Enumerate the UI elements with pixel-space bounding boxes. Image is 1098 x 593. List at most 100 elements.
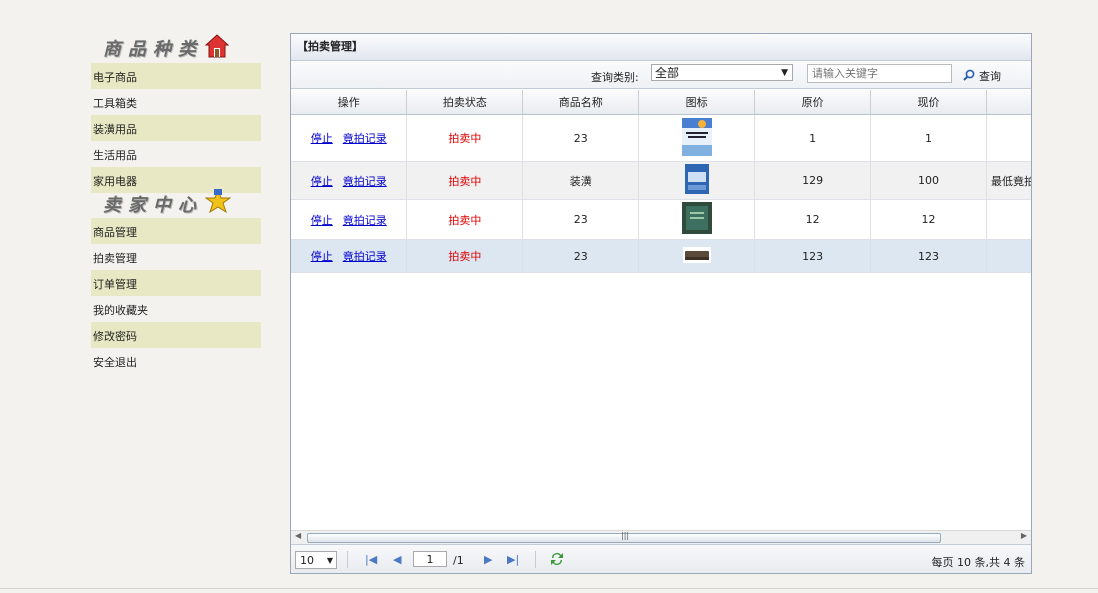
cell-status: 拍卖中 [406, 239, 524, 273]
auction-panel: 【拍卖管理】 查询类别: 全部 ▼ 查询 操作 [290, 33, 1032, 574]
scroll-left-icon[interactable]: ◀ [295, 531, 301, 540]
stop-link[interactable]: 停止 [311, 132, 333, 145]
keyword-input[interactable] [807, 64, 952, 83]
chevron-down-icon: ▼ [781, 68, 788, 78]
cell-status: 拍卖中 [406, 199, 524, 240]
cell-extra [986, 114, 1031, 162]
col-header-icon[interactable]: 图标 [638, 90, 756, 115]
cell-extra: 最低竟拍 [986, 161, 1031, 200]
bid-record-link[interactable]: 竟拍记录 [343, 250, 387, 263]
last-page-icon[interactable]: ▶| [507, 553, 519, 566]
category-select-value: 全部 [655, 66, 680, 80]
category-title-text: 商品种类 [103, 39, 203, 60]
auction-table: 操作 拍卖状态 商品名称 图标 原价 现价 停止 竟拍记录 拍卖中 23 1 1… [291, 90, 1031, 273]
cell-icon [638, 114, 756, 162]
col-header-extra[interactable] [986, 90, 1031, 115]
cell-operation: 停止 竟拍记录 [291, 199, 408, 240]
sidebar: 商品种类 电子商品 工具箱类 装潢用品 生活用品 家用电器 卖家中心 商品管理 … [91, 33, 261, 374]
cell-name: 装潢 [522, 161, 640, 200]
stop-link[interactable]: 停止 [311, 250, 333, 263]
stop-link[interactable]: 停止 [311, 175, 333, 188]
first-page-icon[interactable]: |◀ [365, 553, 377, 566]
cell-status: 拍卖中 [406, 114, 524, 162]
sidebar-item-daily[interactable]: 生活用品 [91, 141, 261, 167]
table-row[interactable]: 停止 竟拍记录 拍卖中 23 123 123 [291, 239, 1031, 273]
cell-icon [638, 199, 756, 240]
cell-name: 23 [522, 239, 640, 273]
cell-name: 23 [522, 114, 640, 162]
green-book-icon [681, 202, 712, 237]
search-label: 查询类别: [591, 71, 639, 84]
search-button[interactable]: 查询 [963, 68, 1001, 84]
refresh-icon[interactable] [549, 551, 565, 570]
page-size-value: 10 [300, 554, 314, 567]
seller-section-title: 卖家中心 [91, 188, 261, 220]
medal-icon [204, 188, 232, 220]
stop-link[interactable]: 停止 [311, 214, 333, 227]
sidebar-item-toolbox[interactable]: 工具箱类 [91, 89, 261, 115]
cell-icon [638, 161, 756, 200]
category-select[interactable]: 全部 ▼ [651, 64, 793, 81]
sidebar-item-change-password[interactable]: 修改密码 [91, 322, 261, 348]
pager-info: 每页 10 条,共 4 条 [931, 556, 1025, 569]
sidebar-item-order-manage[interactable]: 订单管理 [91, 270, 261, 296]
col-header-operation[interactable]: 操作 [291, 90, 408, 115]
page-size-select[interactable]: 10 ▼ [295, 551, 337, 569]
cell-original-price: 1 [754, 114, 872, 162]
sidebar-item-auction-manage[interactable]: 拍卖管理 [91, 244, 261, 270]
seller-title-text: 卖家中心 [103, 195, 203, 216]
table-row[interactable]: 停止 竟拍记录 拍卖中 23 [291, 114, 1031, 162]
cell-operation: 停止 竟拍记录 [291, 239, 408, 273]
col-header-current-price[interactable]: 现价 [870, 90, 987, 115]
cell-current-price: 123 [870, 239, 987, 273]
cell-extra [986, 199, 1031, 240]
category-section-title: 商品种类 [91, 33, 261, 63]
scroll-grip-icon: ||| [621, 531, 630, 540]
scroll-right-icon[interactable]: ▶ [1021, 531, 1027, 540]
table-row[interactable]: 停止 竟拍记录 拍卖中 23 [291, 199, 1031, 240]
sidebar-item-decoration[interactable]: 装潢用品 [91, 115, 261, 141]
cell-operation: 停止 竟拍记录 [291, 114, 408, 162]
bid-record-link[interactable]: 竟拍记录 [343, 175, 387, 188]
sidebar-item-logout[interactable]: 安全退出 [91, 348, 261, 374]
cell-current-price: 100 [870, 161, 987, 200]
home-icon [204, 33, 230, 63]
table-row[interactable]: 停止 竟拍记录 拍卖中 装潢 129 100 最低竟拍 [291, 161, 1031, 200]
page-number-input[interactable]: 1 [413, 551, 447, 567]
cell-extra [986, 239, 1031, 273]
cell-original-price: 129 [754, 161, 872, 200]
bid-record-link[interactable]: 竟拍记录 [343, 132, 387, 145]
search-toolbar: 查询类别: 全部 ▼ 查询 [291, 61, 1031, 89]
pagination-bar: 10 ▼ |◀ ◀ 1 /1 ▶ ▶| 每页 10 条,共 4 条 [291, 544, 1031, 573]
cell-status: 拍卖中 [406, 161, 524, 200]
search-button-label: 查询 [979, 70, 1001, 83]
book-cover-icon [681, 117, 712, 159]
chevron-down-icon: ▼ [326, 556, 333, 565]
prev-page-icon[interactable]: ◀ [393, 553, 401, 566]
cell-icon [638, 239, 756, 273]
cell-name: 23 [522, 199, 640, 240]
horizontal-scrollbar[interactable]: ◀ ||| ▶ [291, 530, 1031, 544]
sidebar-item-favorites[interactable]: 我的收藏夹 [91, 296, 261, 322]
sidebar-item-goods-manage[interactable]: 商品管理 [91, 218, 261, 244]
pager-separator [347, 551, 348, 568]
panel-title: 【拍卖管理】 [291, 34, 1031, 61]
blue-box-icon [684, 164, 709, 197]
table-header-row: 操作 拍卖状态 商品名称 图标 原价 现价 [291, 90, 1031, 115]
total-pages: /1 [453, 554, 464, 567]
col-header-status[interactable]: 拍卖状态 [406, 90, 524, 115]
cell-original-price: 123 [754, 239, 872, 273]
cell-current-price: 1 [870, 114, 987, 162]
cell-operation: 停止 竟拍记录 [291, 161, 408, 200]
cell-original-price: 12 [754, 199, 872, 240]
next-page-icon[interactable]: ▶ [484, 553, 492, 566]
sidebar-item-electronics[interactable]: 电子商品 [91, 63, 261, 89]
search-icon [963, 69, 975, 84]
col-header-name[interactable]: 商品名称 [522, 90, 640, 115]
pager-separator [535, 551, 536, 568]
page-bottom-divider [0, 588, 1098, 589]
sofa-icon [682, 246, 711, 266]
cell-current-price: 12 [870, 199, 987, 240]
col-header-original-price[interactable]: 原价 [754, 90, 872, 115]
bid-record-link[interactable]: 竟拍记录 [343, 214, 387, 227]
